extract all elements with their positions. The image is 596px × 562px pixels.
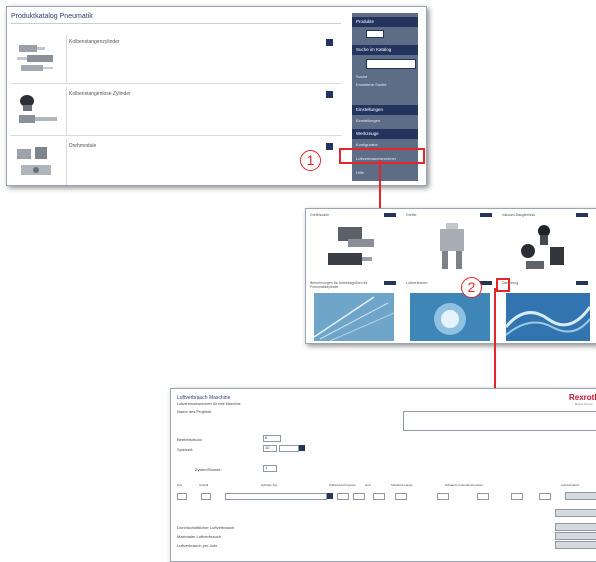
max-consumption-output [555,532,596,540]
unit-select[interactable] [279,445,299,452]
row-divider [66,35,67,83]
blue-globe-image [410,293,490,341]
cylinder-type-select[interactable] [225,493,327,500]
calculate-button[interactable] [555,509,596,517]
product-label[interactable]: Kolbenstangenzylinder [69,39,120,45]
type-dropdown-button[interactable] [327,493,333,499]
vacuum-components-image [521,225,564,269]
catalog-title: Produktkatalog Pneumatik [11,13,93,20]
cycles-label: Zyklen/Stunde: [195,467,222,472]
expand-button[interactable] [326,39,333,46]
calculator-subtitle: Luftverbrauchsrechner für eine Maschine [177,402,241,406]
blue-wave-image [506,293,590,341]
product-label[interactable]: Kolbenstangenlose Zylinder [69,91,131,97]
product-row[interactable]: Kolbenstangenzylinder [11,35,341,84]
year-consumption-label: Luftverbrauch pro Jahr [177,543,218,548]
tile-button[interactable] [480,281,492,285]
tile-button[interactable] [384,281,396,285]
sidebar-header-search: Suche im Katalog [352,45,418,55]
air-consumption-calculator-window: Luftverbrauch Maschine Luftverbrauchsrec… [170,388,596,562]
piston-input[interactable] [337,493,349,500]
sidebar-item-search[interactable]: Suche [356,73,416,81]
piston-rod-cylinder-image [17,45,53,71]
table-row [177,492,596,501]
extra-input-3[interactable] [511,493,523,500]
cycles-value: 1 [265,465,268,470]
logo-subtitle: Bosch Group [575,402,593,406]
consumption-output [565,492,596,500]
rexroth-logo: Rexroth [569,393,596,402]
hose-diameter-input[interactable] [395,493,407,500]
table-header: Pos. Anzahl Zylinder Typ Kolbendurchmess… [177,481,596,491]
cycle-time-label: Spielzeit: [177,447,194,452]
row-divider [66,87,67,135]
project-label: Name des Projekts: [177,409,212,414]
tile-button[interactable] [384,213,396,217]
tile[interactable]: Vakuum-Saugtechnik [500,211,592,275]
step-marker-2: 2 [461,277,482,298]
tile-button[interactable] [576,213,588,217]
pos-input[interactable] [177,493,187,500]
project-name-input[interactable] [403,411,596,431]
col-stroke: Hub [365,483,371,487]
step-marker-1: 1 [300,150,321,171]
tile-label[interactable]: Greifer [406,213,476,217]
sidebar-header-products: Produkte [352,17,418,27]
avg-consumption-label: Durchschnittlicher Luftverbrauch [177,525,235,530]
rotary-module-image [17,147,51,175]
row-divider [66,139,67,185]
tile-label[interactable]: Dämpfung [502,281,572,285]
gripper-module-image [328,227,374,265]
product-label[interactable]: Drehmodule [69,143,96,149]
year-consumption-output [555,541,596,549]
tile[interactable]: Greifer [404,211,496,275]
extra-input-4[interactable] [539,493,551,500]
cycle-time-value: 10 [265,445,270,450]
tile-button[interactable] [576,281,588,285]
avg-consumption-output [555,523,596,531]
col-consumption: Luftverbrauch [561,483,580,487]
tile-button[interactable] [480,213,492,217]
blue-calculation-image [314,293,394,341]
search-input[interactable] [366,59,416,69]
category-window: Greifmodule Greifer Vakuum-Saugtechnik B… [305,208,596,344]
rodless-cylinder-image [19,95,57,123]
title-divider [11,23,341,24]
stroke-input[interactable] [353,493,365,500]
products-select[interactable] [366,30,384,38]
col-type: Zylinder Typ [261,483,278,487]
product-row[interactable]: Drehmodule [11,139,341,185]
tile-label[interactable]: Vakuum-Saugtechnik [502,213,572,217]
product-row[interactable]: Kolbenstangenlose Zylinder [11,87,341,136]
unit-dropdown-button[interactable] [299,445,305,451]
expand-button[interactable] [326,91,333,98]
extra-input-2[interactable] [477,493,489,500]
col-piston: Kolbendurchmesser [329,483,356,487]
col-hose-diameter: Schlauch-Innendurchmesser [445,483,484,487]
col-pos: Pos. [177,483,184,487]
calculator-title: Luftverbrauch Maschine [177,395,231,401]
hose-length-input[interactable] [373,493,385,500]
count-input[interactable] [201,493,211,500]
tile[interactable]: Berechnungen für Antriebsgrößen für Pneu… [308,279,400,343]
sidebar-item-advanced-search[interactable]: Erweiterte Suche [356,81,416,89]
pressure-value: 6 [265,435,268,440]
sidebar-header-tools: Werkzeuge [352,129,418,139]
tile[interactable]: Dämpfung [500,279,592,343]
gripper-image [440,223,464,269]
sidebar-header-settings: Einstellungen [352,105,418,115]
col-hose-length: Schlauch-Länge [391,483,413,487]
tile[interactable]: Luftverbrauch [404,279,496,343]
max-consumption-label: Maximaler Luftverbrauch [177,534,222,539]
extra-input-1[interactable] [437,493,449,500]
tile-label[interactable]: Greifmodule [310,213,380,217]
pressure-label: Betriebsdruck: [177,437,203,442]
col-count: Anzahl [199,483,209,487]
sidebar-item-settings[interactable]: Einstellungen [356,117,416,125]
expand-button[interactable] [326,143,333,150]
tile[interactable]: Greifmodule [308,211,400,275]
tile-label[interactable]: Berechnungen für Antriebsgrößen für Pneu… [310,281,380,289]
